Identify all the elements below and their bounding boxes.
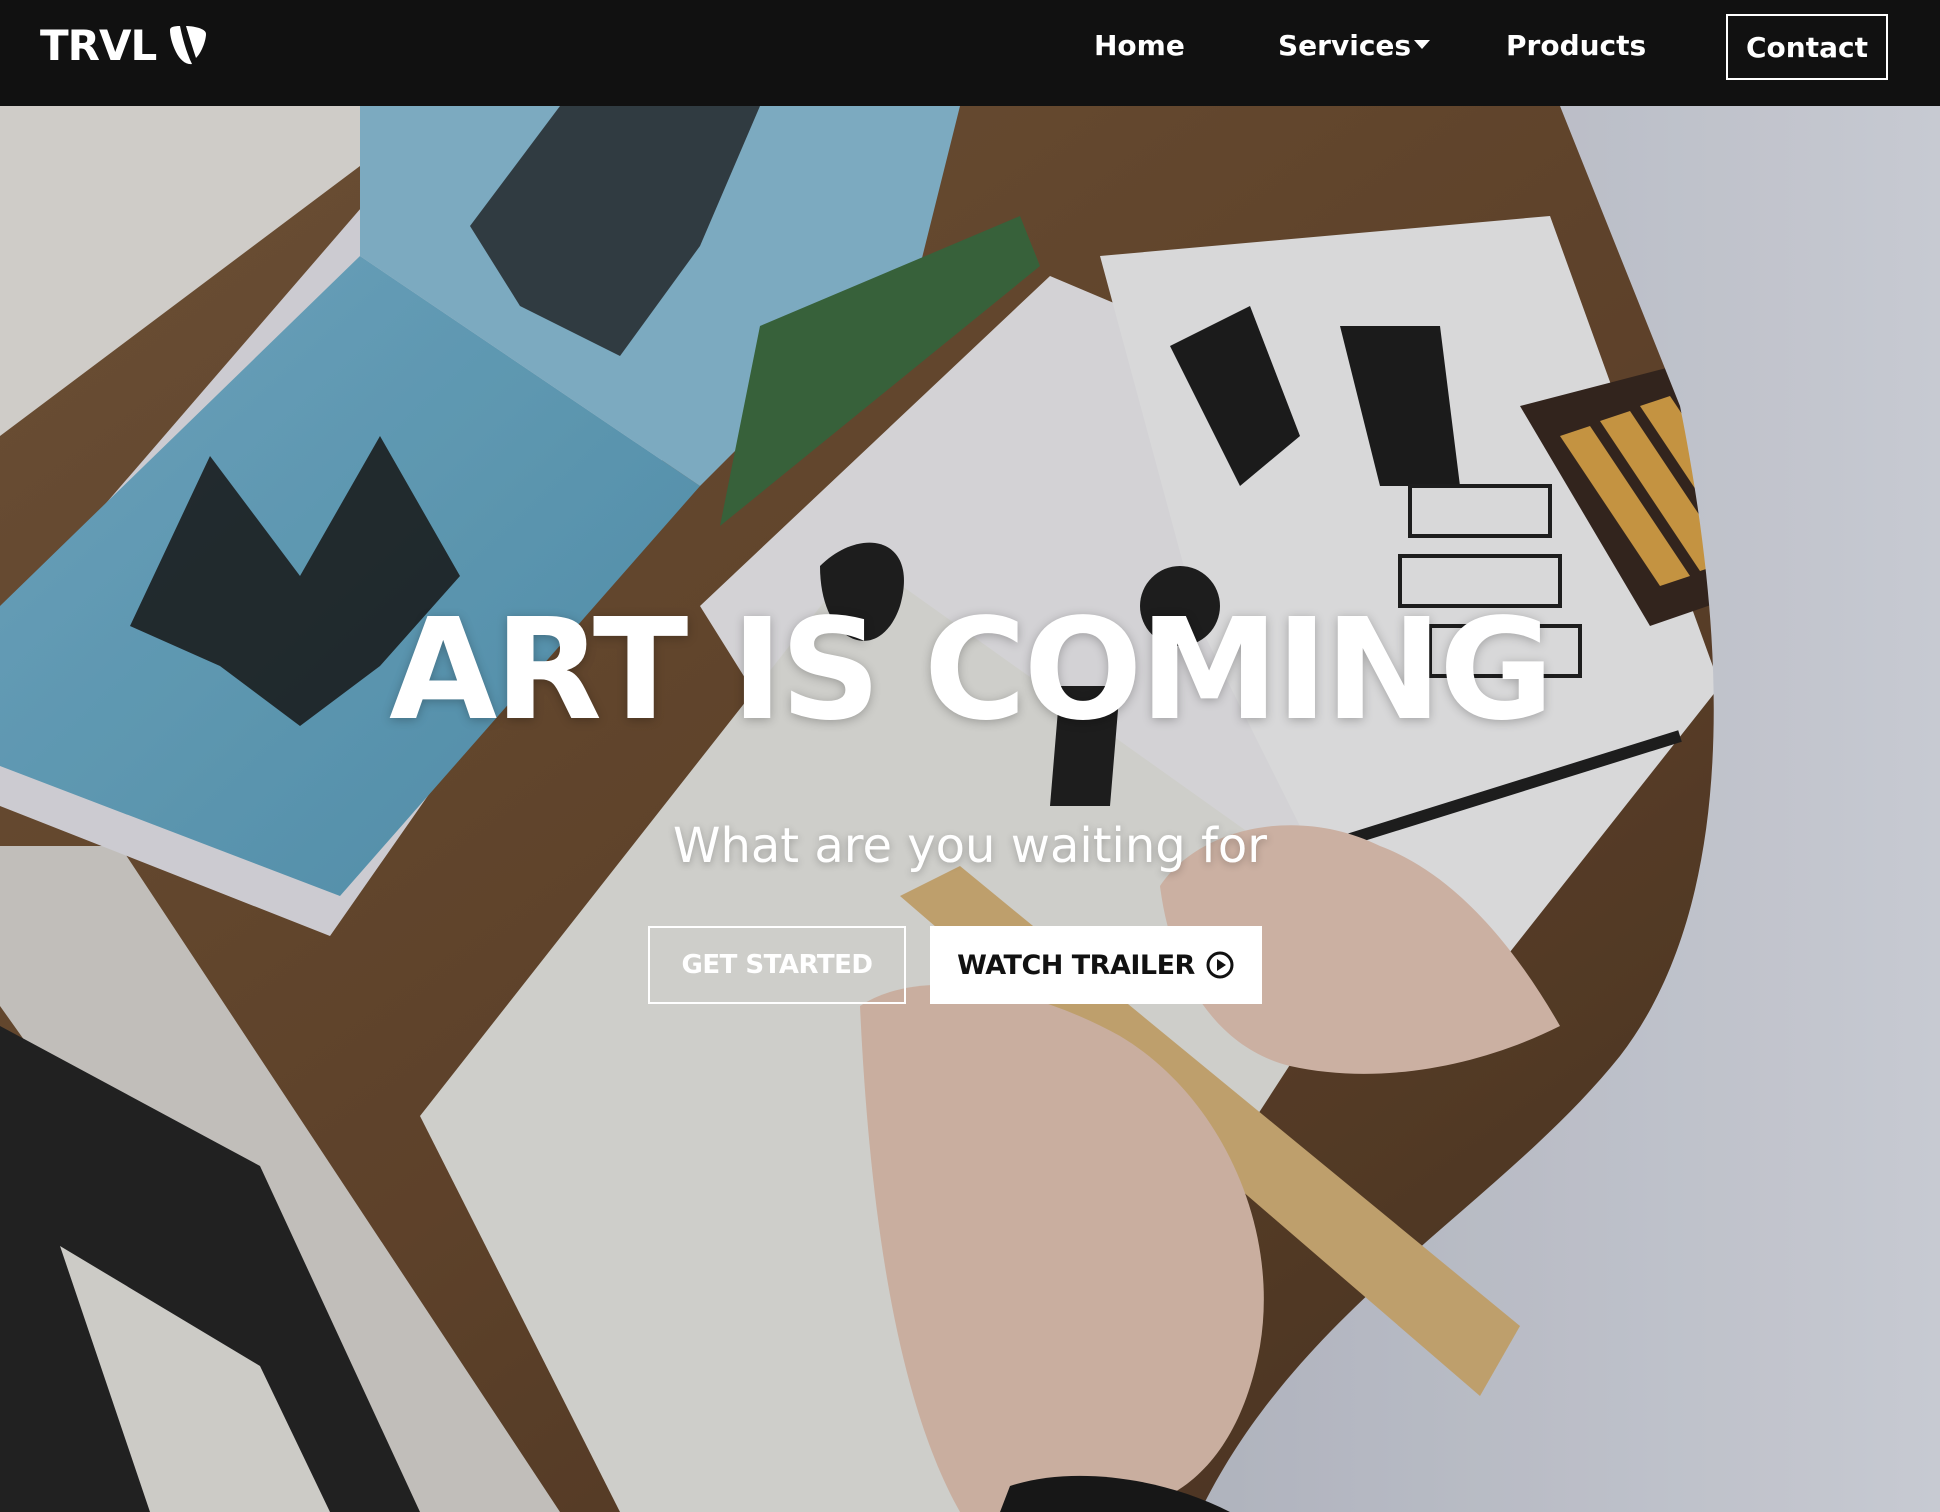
nav-services-dropdown[interactable]: Services (1278, 28, 1431, 64)
nav-home-link[interactable]: Home (1094, 28, 1185, 64)
caret-down-icon (1414, 39, 1431, 49)
watch-trailer-button[interactable]: WATCH TRAILER (930, 926, 1262, 1004)
brand-name: TRVL (40, 20, 157, 70)
hero-title: ART IS COMING (388, 589, 1554, 752)
nav-products-link[interactable]: Products (1506, 28, 1646, 64)
typo3-logo-icon (170, 26, 207, 65)
play-circle-icon (1206, 951, 1234, 979)
nav-services-label: Services (1278, 29, 1412, 62)
hero-subtitle: What are you waiting for (672, 818, 1268, 874)
watch-trailer-label: WATCH TRAILER (957, 949, 1195, 981)
brand-logo-link[interactable]: TRVL (40, 20, 208, 70)
hero-section: ART IS COMING What are you waiting for G… (0, 106, 1940, 1512)
top-navbar: TRVL Home Services Products Contact (0, 0, 1940, 106)
get-started-button[interactable]: GET STARTED (648, 926, 906, 1004)
contact-button[interactable]: Contact (1726, 14, 1888, 80)
